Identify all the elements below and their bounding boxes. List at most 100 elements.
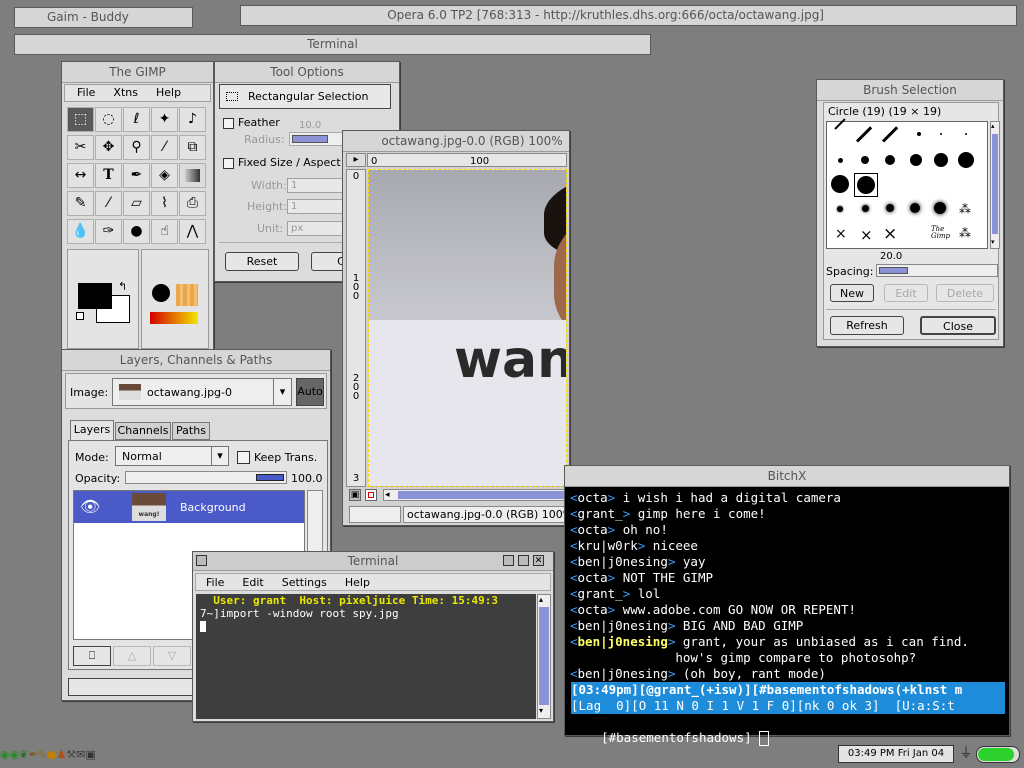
radius-slider-handle[interactable] bbox=[292, 135, 328, 143]
opera-window-shaded[interactable]: Opera 6.0 TP2 [768:313 - http://kruthles… bbox=[240, 5, 1017, 26]
terminal-scrollbar[interactable]: ▴ ▾ bbox=[537, 594, 551, 719]
edit-brush-button[interactable]: Edit bbox=[884, 284, 928, 302]
image-select-arrow-icon[interactable]: ▾ bbox=[273, 379, 291, 405]
horizontal-scrollbar[interactable]: ◂ bbox=[383, 489, 567, 501]
irc-input-line[interactable]: [#basementofshadows] bbox=[571, 714, 1005, 746]
brush-scroll-up-icon[interactable]: ▴ bbox=[991, 122, 995, 130]
brush-dot-7-icon[interactable] bbox=[910, 154, 922, 166]
active-pattern-icon[interactable] bbox=[176, 284, 198, 306]
brush-circle-19-icon[interactable] bbox=[831, 175, 849, 193]
terminal-menu-file[interactable]: File bbox=[206, 576, 224, 589]
quickmask-off-icon[interactable]: ▣ bbox=[349, 489, 361, 501]
refresh-button[interactable]: Refresh bbox=[830, 316, 904, 335]
brush-fuzzy-4-icon[interactable] bbox=[910, 203, 920, 213]
brush-dot-4-icon[interactable] bbox=[838, 158, 843, 163]
height-field[interactable]: 1 bbox=[287, 199, 347, 214]
brush-close-button[interactable]: Close bbox=[920, 316, 996, 335]
brush-scrollbar[interactable]: ▴ ▾ bbox=[990, 121, 1000, 249]
free-select-tool-icon[interactable]: ℓ bbox=[123, 107, 150, 132]
blend-tool-icon[interactable] bbox=[179, 163, 206, 188]
ink-tool-icon[interactable]: ✑ bbox=[95, 219, 122, 244]
brush-dot-1-icon[interactable] bbox=[917, 132, 921, 136]
terminal-scroll-up-icon[interactable]: ▴ bbox=[539, 595, 543, 604]
launcher-pawn-icon[interactable]: ♟ bbox=[56, 748, 66, 761]
tab-paths[interactable]: Paths bbox=[172, 422, 210, 440]
brush-line-medium-icon[interactable] bbox=[855, 126, 873, 143]
active-gradient-icon[interactable] bbox=[150, 312, 198, 324]
brush-dot-8-icon[interactable] bbox=[934, 153, 948, 167]
scissors-tool-icon[interactable]: ✂ bbox=[67, 135, 94, 160]
brush-cross-2-icon[interactable]: × bbox=[860, 226, 873, 244]
eraser-tool-icon[interactable]: ▱ bbox=[123, 191, 150, 216]
launcher-brush-icon[interactable]: ✎ bbox=[38, 748, 47, 761]
terminal-minimize-icon[interactable] bbox=[503, 555, 514, 566]
tab-layers[interactable]: Layers bbox=[70, 420, 114, 440]
brush-scroll-thumb[interactable] bbox=[992, 134, 998, 234]
brush-fuzzy-1-icon[interactable] bbox=[837, 206, 843, 212]
launcher-globe-icon[interactable]: ◉ bbox=[0, 748, 10, 761]
terminal-close-icon[interactable]: ✕ bbox=[533, 555, 544, 566]
layer-row-background[interactable]: 👁 wang! Background bbox=[74, 491, 304, 523]
transform-tool-icon[interactable]: ⧉ bbox=[179, 135, 206, 160]
horizontal-scroll-thumb[interactable] bbox=[398, 491, 566, 499]
measure-tool-icon[interactable]: ⋀ bbox=[179, 219, 206, 244]
width-field[interactable]: 1 bbox=[287, 178, 347, 193]
gimp-menu-file[interactable]: File bbox=[77, 86, 95, 99]
unit-select[interactable]: px bbox=[287, 221, 347, 236]
brush-gimp-logo-icon[interactable]: The Gimp bbox=[931, 226, 953, 240]
brush-scroll-down-icon[interactable]: ▾ bbox=[991, 238, 995, 246]
brush-line-small-icon[interactable] bbox=[834, 118, 846, 130]
mode-select[interactable]: Normal ▾ bbox=[115, 446, 229, 466]
terminal-menu-edit[interactable]: Edit bbox=[242, 576, 263, 589]
new-layer-button[interactable]: ⎕ bbox=[73, 646, 111, 666]
foreground-color-swatch[interactable] bbox=[78, 283, 112, 309]
launcher-screen-icon[interactable]: ▣ bbox=[85, 748, 95, 761]
brush-dot-3-icon[interactable] bbox=[965, 133, 967, 135]
brush-selected-frame[interactable] bbox=[854, 173, 878, 197]
spacing-slider-fill[interactable] bbox=[879, 267, 908, 274]
flip-tool-icon[interactable]: ↔ bbox=[67, 163, 94, 188]
clone-tool-icon[interactable]: ⎙ bbox=[179, 191, 206, 216]
smudge-tool-icon[interactable]: ☝ bbox=[151, 219, 178, 244]
brush-cross-1-icon[interactable]: × bbox=[835, 226, 847, 242]
convolve-tool-icon[interactable]: 💧 bbox=[67, 219, 94, 244]
new-brush-button[interactable]: New bbox=[830, 284, 874, 302]
ruler-corner[interactable]: ▸ bbox=[346, 153, 366, 167]
ellipse-select-tool-icon[interactable]: ◌ bbox=[95, 107, 122, 132]
dodge-burn-tool-icon[interactable]: ● bbox=[123, 219, 150, 244]
move-tool-icon[interactable]: ✥ bbox=[95, 135, 122, 160]
brush-dot-5-icon[interactable] bbox=[861, 156, 869, 164]
launcher-tools-icon[interactable]: ⚒ bbox=[66, 748, 76, 761]
gimp-menu-xtns[interactable]: Xtns bbox=[113, 86, 138, 99]
launcher-pen-icon[interactable]: ✒ bbox=[28, 748, 37, 761]
brush-fuzzy-2-icon[interactable] bbox=[862, 205, 869, 212]
quickmask-on-icon[interactable] bbox=[365, 489, 377, 501]
rect-select-tool-icon[interactable]: ⬚ bbox=[67, 107, 94, 132]
magnify-tool-icon[interactable]: ⚲ bbox=[123, 135, 150, 160]
reset-button[interactable]: Reset bbox=[225, 252, 299, 271]
crop-tool-icon[interactable]: ⁄ bbox=[151, 135, 178, 160]
terminal-menu-settings[interactable]: Settings bbox=[282, 576, 327, 589]
auto-button[interactable]: Auto bbox=[296, 378, 324, 406]
terminal-scroll-thumb[interactable] bbox=[539, 607, 549, 705]
brush-splatter-icon[interactable]: ⁂ bbox=[959, 202, 971, 216]
active-brush-icon[interactable] bbox=[152, 284, 170, 302]
brush-splatter-2-icon[interactable]: ⁂ bbox=[959, 226, 971, 240]
gimp-menu-help[interactable]: Help bbox=[156, 86, 181, 99]
bezier-select-tool-icon[interactable]: ♪ bbox=[179, 107, 206, 132]
taskbar-clock[interactable]: 03:49 PM Fri Jan 04 bbox=[838, 745, 954, 763]
gaim-buddy-window-shaded[interactable]: Gaim - Buddy bbox=[14, 7, 193, 28]
spacing-slider[interactable] bbox=[876, 264, 998, 277]
brush-fuzzy-5-icon[interactable] bbox=[934, 202, 946, 214]
pencil-tool-icon[interactable]: ✎ bbox=[67, 191, 94, 216]
scroll-left-arrow-icon[interactable]: ◂ bbox=[385, 490, 390, 500]
fixed-size-checkbox[interactable] bbox=[223, 158, 234, 169]
airbrush-tool-icon[interactable]: ⌇ bbox=[151, 191, 178, 216]
image-canvas[interactable]: wang! bbox=[368, 169, 567, 487]
feather-checkbox[interactable] bbox=[223, 118, 234, 129]
layer-visibility-eye-icon[interactable]: 👁 bbox=[80, 497, 100, 516]
lower-layer-button[interactable]: ▽ bbox=[153, 646, 191, 666]
terminal-window-shaded[interactable]: Terminal bbox=[14, 34, 651, 55]
brush-grid[interactable]: ⁂ × × × The Gimp ⁂ bbox=[826, 118, 988, 249]
paintbrush-tool-icon[interactable]: ⁄ bbox=[95, 191, 122, 216]
